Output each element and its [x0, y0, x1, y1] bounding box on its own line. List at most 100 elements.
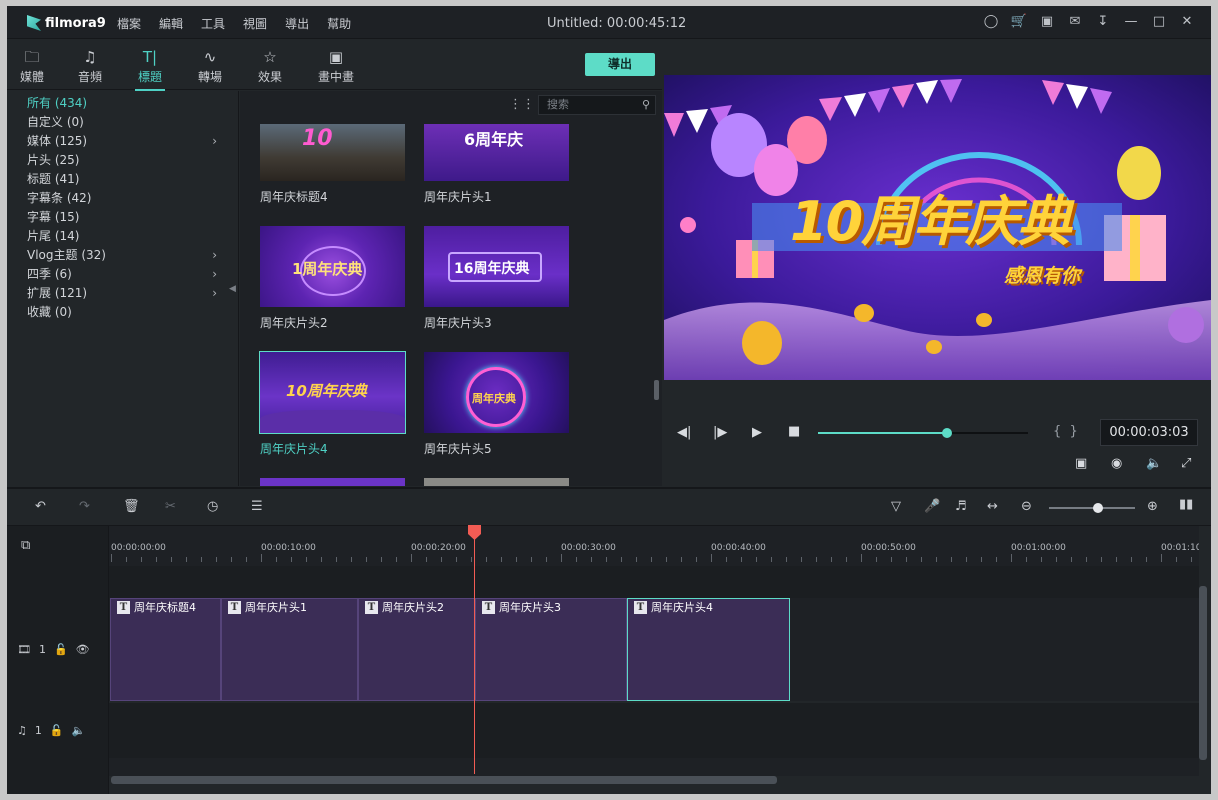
- timeline-horizontal-scrollbar[interactable]: [111, 776, 777, 784]
- lock-icon[interactable]: 🔓: [50, 724, 64, 737]
- library-thumbnail[interactable]: 16周年庆典: [424, 226, 569, 307]
- snapshot-camera-icon[interactable]: ◉: [1111, 456, 1122, 471]
- playback-progress-handle[interactable]: [942, 428, 952, 438]
- add-track-icon[interactable]: ⧉: [21, 538, 30, 553]
- voiceover-mic-icon[interactable]: 🎤: [924, 499, 940, 514]
- ruler-tick: [1146, 557, 1147, 562]
- minimize-icon[interactable]: —: [1117, 14, 1145, 29]
- collapse-panel-icon[interactable]: ◀: [229, 284, 236, 294]
- chevron-right-icon[interactable]: ›: [212, 246, 217, 265]
- library-thumbnail[interactable]: [260, 478, 405, 486]
- category-item[interactable]: 字幕 (15): [27, 208, 217, 227]
- download-icon[interactable]: ↧: [1089, 14, 1117, 29]
- library-thumbnail-selected[interactable]: 10周年庆典: [259, 351, 406, 434]
- category-item[interactable]: 标题 (41): [27, 170, 217, 189]
- lock-icon[interactable]: 🔓: [54, 643, 68, 656]
- ruler-tick: [831, 557, 832, 562]
- category-item[interactable]: 片尾 (14): [27, 227, 217, 246]
- menu-view[interactable]: 視圖: [243, 15, 267, 32]
- adjust-settings-icon[interactable]: ☰: [251, 499, 263, 514]
- timeline-clip[interactable]: T 周年庆片头1: [221, 598, 358, 701]
- library-thumbnail[interactable]: 1周年庆典: [260, 226, 405, 307]
- speaker-icon[interactable]: 🔈: [72, 724, 86, 737]
- menu-help[interactable]: 幫助: [327, 15, 351, 32]
- zoom-slider-handle[interactable]: [1093, 503, 1103, 513]
- tab-transitions[interactable]: ∿ 轉場: [185, 48, 235, 85]
- marker-icon[interactable]: ▽: [891, 499, 901, 514]
- render-settings-icon[interactable]: ▣: [1075, 456, 1087, 471]
- search-input[interactable]: 搜索 ⚲: [538, 95, 656, 115]
- library-thumbnail[interactable]: 6周年庆: [424, 124, 569, 181]
- category-item[interactable]: 片头 (25): [27, 151, 217, 170]
- tab-media[interactable]: 🗀 媒體: [7, 48, 57, 85]
- split-view-icon[interactable]: ▮▮: [1179, 497, 1193, 512]
- tab-pip[interactable]: ▣ 畫中畫: [311, 48, 361, 85]
- zoom-out-icon[interactable]: ⊖: [1021, 499, 1032, 514]
- library-thumbnail[interactable]: 10: [260, 124, 405, 181]
- eye-icon[interactable]: 👁: [76, 643, 90, 656]
- maximize-icon[interactable]: □: [1145, 14, 1173, 29]
- grid-view-icon[interactable]: ⋮⋮: [509, 97, 535, 112]
- ruler-tick: [1056, 557, 1057, 562]
- tab-label: 標題: [137, 70, 162, 84]
- menu-export[interactable]: 導出: [285, 15, 309, 32]
- category-item[interactable]: 媒体 (125) ›: [27, 132, 217, 151]
- library-scrollbar[interactable]: [654, 380, 659, 400]
- chevron-right-icon[interactable]: ›: [212, 132, 217, 151]
- menu-edit[interactable]: 編輯: [159, 15, 183, 32]
- category-item[interactable]: 所有 (434): [27, 94, 217, 113]
- category-label: 扩展 (121): [27, 286, 88, 300]
- chevron-right-icon[interactable]: ›: [212, 265, 217, 284]
- timeline-clip[interactable]: T 周年庆片头2: [358, 598, 475, 701]
- mark-in-out-icon[interactable]: { }: [1053, 424, 1078, 439]
- volume-icon[interactable]: 🔈: [1146, 456, 1162, 471]
- fullscreen-icon[interactable]: ⤢: [1181, 456, 1191, 471]
- fit-timeline-icon[interactable]: ↔: [987, 499, 998, 514]
- delete-icon[interactable]: 🗑: [123, 499, 140, 514]
- export-button[interactable]: 導出: [585, 53, 655, 76]
- user-icon[interactable]: ◯: [977, 14, 1005, 29]
- category-item[interactable]: 字幕条 (42): [27, 189, 217, 208]
- ruler-tick: [636, 557, 637, 562]
- tab-effects[interactable]: ☆ 效果: [245, 48, 295, 85]
- library-thumbnail[interactable]: 周年庆典: [424, 352, 569, 433]
- timeline-clip[interactable]: T 周年庆片头3: [475, 598, 627, 701]
- menu-tools[interactable]: 工具: [201, 15, 225, 32]
- timeline-vertical-scrollbar[interactable]: [1199, 586, 1207, 760]
- timeline-clip-selected[interactable]: T 周年庆片头4: [627, 598, 790, 701]
- tab-label: 效果: [257, 70, 282, 84]
- speed-clock-icon[interactable]: ◷: [207, 499, 218, 514]
- menu-file[interactable]: 檔案: [117, 15, 141, 32]
- cut-icon[interactable]: ✂: [165, 499, 176, 514]
- ruler-tick: [411, 554, 412, 562]
- ruler-tick: [111, 554, 112, 562]
- audio-mixer-icon[interactable]: ♬: [955, 499, 967, 514]
- undo-icon[interactable]: ↶: [35, 499, 46, 514]
- previous-frame-icon[interactable]: ◀|: [677, 425, 691, 440]
- mail-icon[interactable]: ✉: [1061, 14, 1089, 29]
- timeline-clip[interactable]: T 周年庆标题4: [110, 598, 221, 701]
- ruler-tick: [186, 557, 187, 562]
- category-item[interactable]: Vlog主题 (32) ›: [27, 246, 217, 265]
- stop-icon[interactable]: ■: [788, 424, 800, 439]
- chevron-right-icon[interactable]: ›: [212, 284, 217, 303]
- cart-icon[interactable]: 🛒: [1005, 14, 1033, 29]
- ruler-tick: [126, 557, 127, 562]
- zoom-in-icon[interactable]: ⊕: [1147, 499, 1158, 514]
- video-track-number: 1: [38, 643, 46, 656]
- save-icon[interactable]: ▣: [1033, 14, 1061, 29]
- close-icon[interactable]: ✕: [1173, 14, 1201, 29]
- tab-audio[interactable]: ♫ 音頻: [65, 48, 115, 85]
- category-item[interactable]: 扩展 (121) ›: [27, 284, 217, 303]
- next-frame-icon[interactable]: |▶: [713, 425, 727, 440]
- library-thumbnail[interactable]: [424, 478, 569, 486]
- zoom-slider-track[interactable]: [1049, 507, 1135, 509]
- category-item[interactable]: 自定义 (0): [27, 113, 217, 132]
- ruler-tick: [1131, 557, 1132, 562]
- category-item[interactable]: 收藏 (0): [27, 303, 217, 322]
- tab-titles[interactable]: T| 標題: [125, 48, 175, 91]
- category-item[interactable]: 四季 (6) ›: [27, 265, 217, 284]
- redo-icon[interactable]: ↷: [79, 499, 90, 514]
- thumbnail-title-art: 16周年庆典: [454, 261, 530, 277]
- play-icon[interactable]: ▶: [752, 425, 762, 440]
